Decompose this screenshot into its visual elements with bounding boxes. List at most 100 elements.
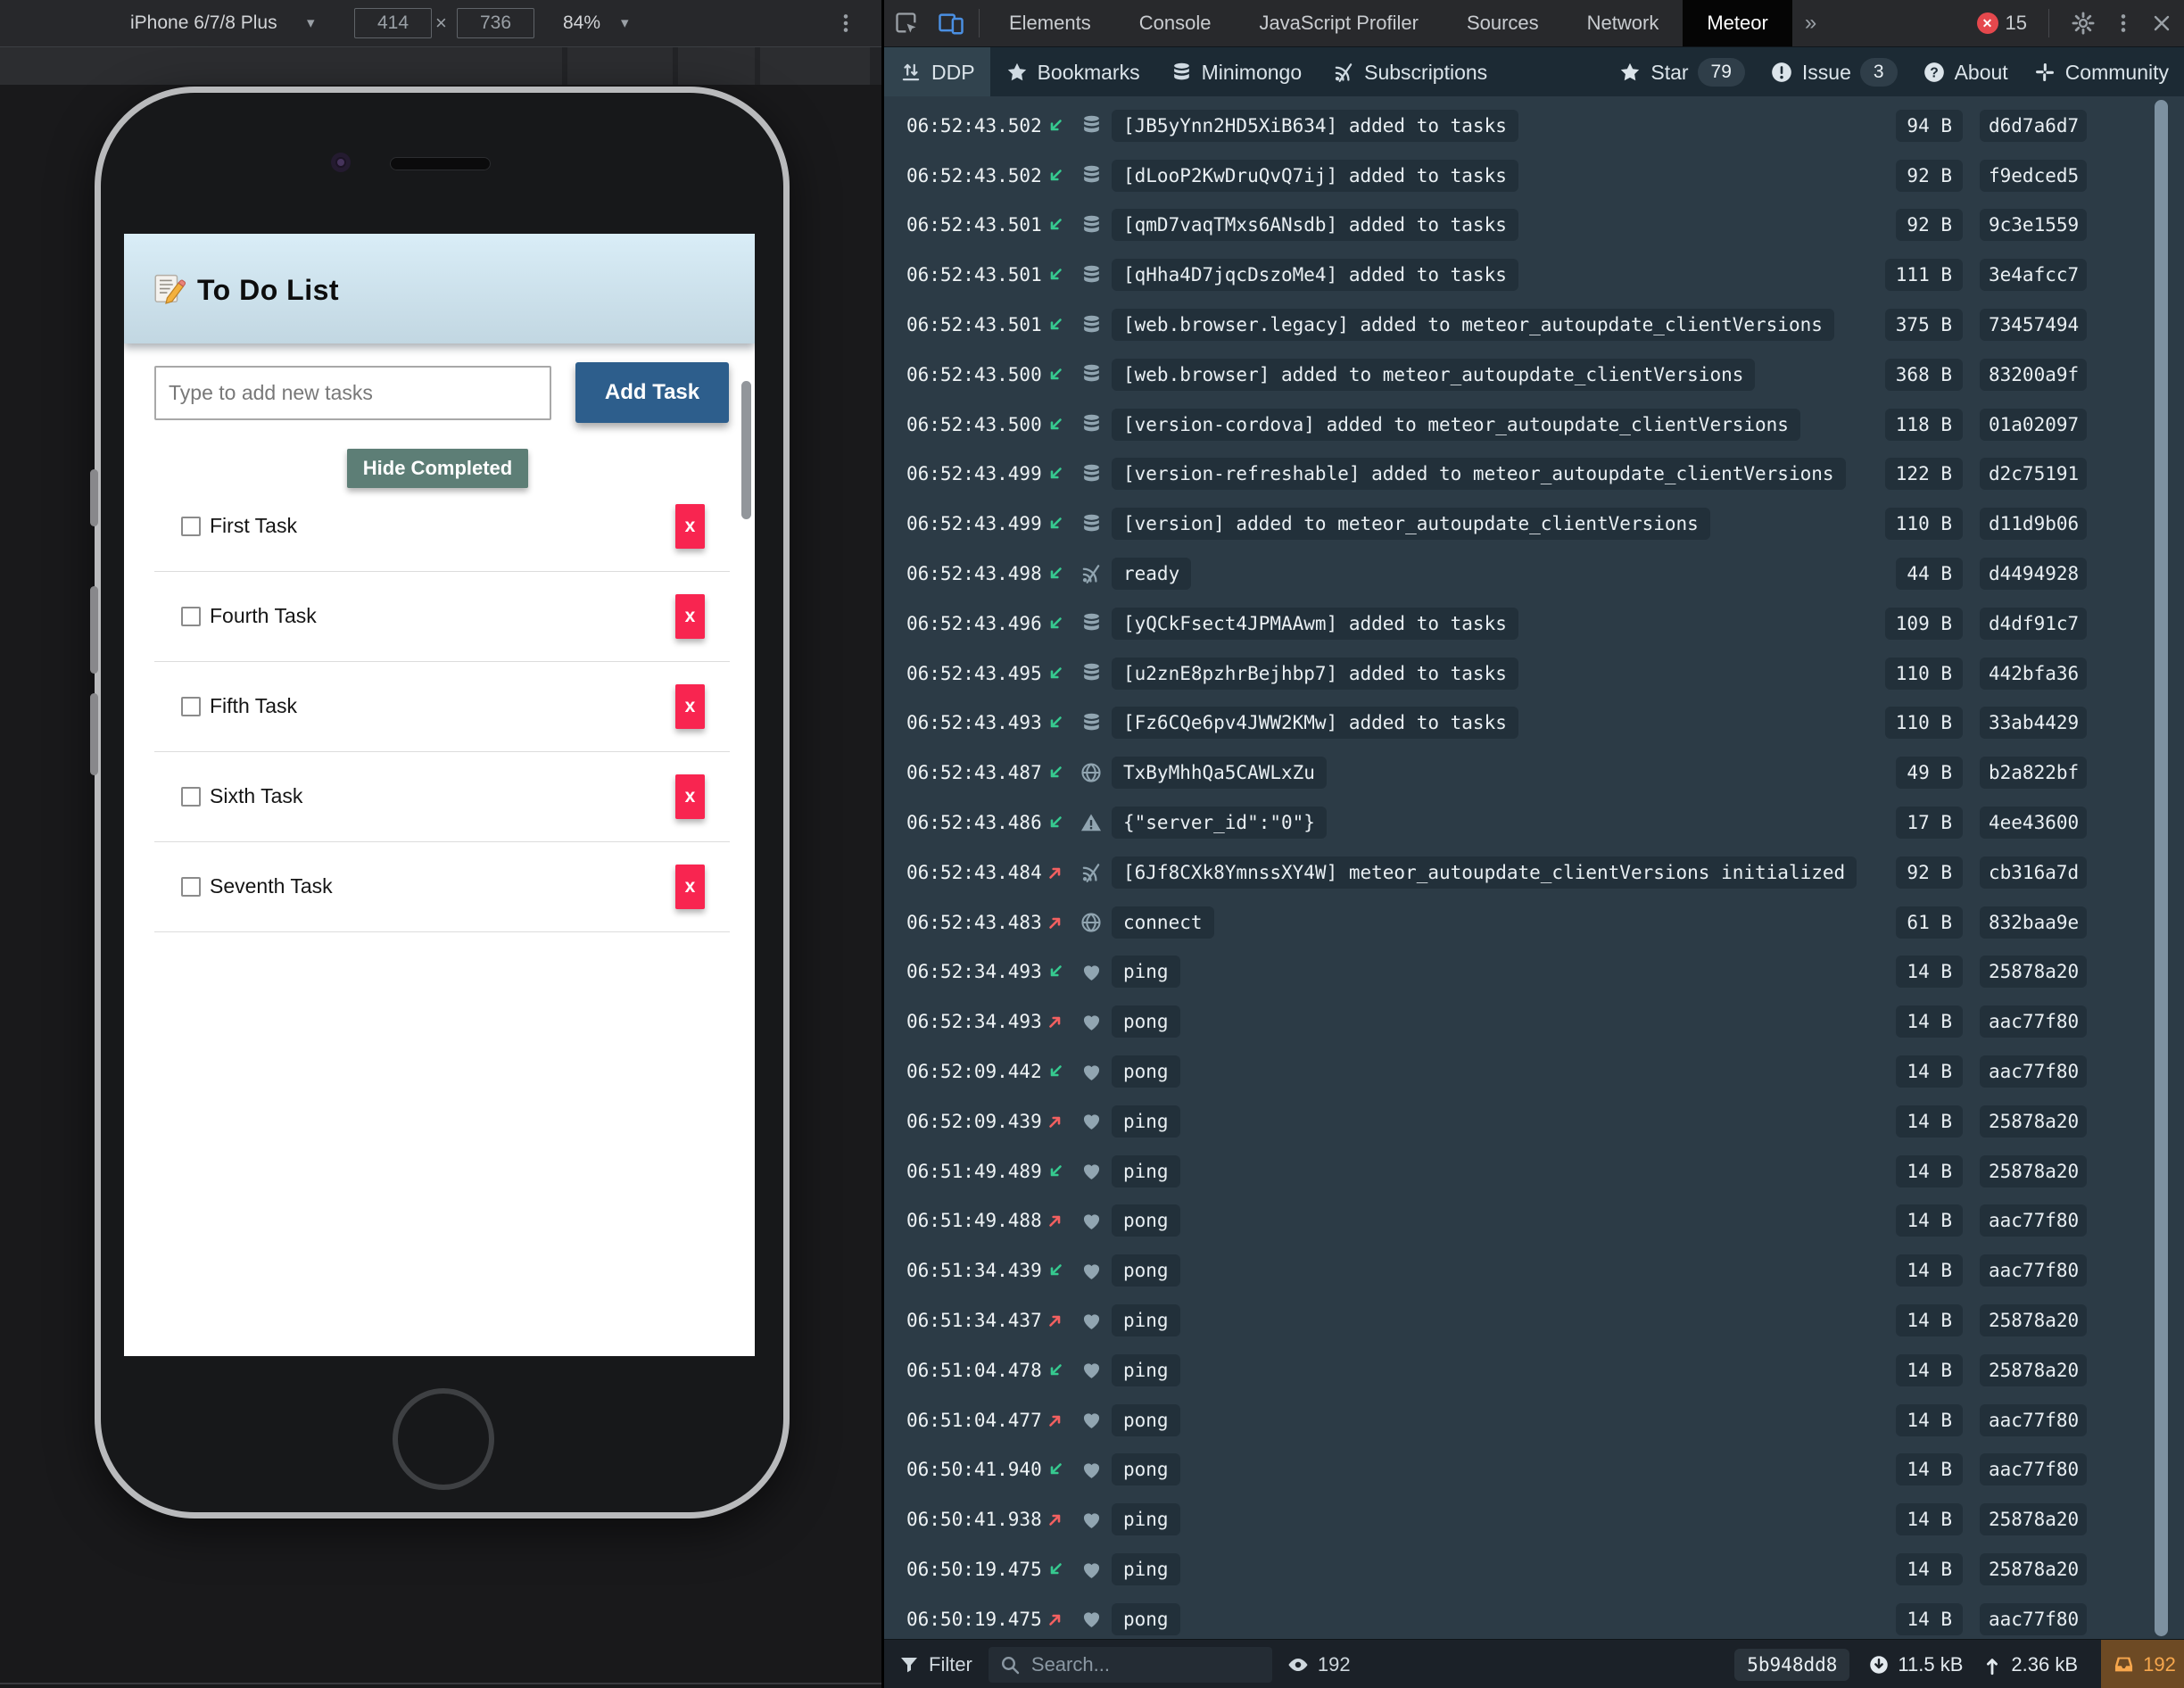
ddp-log-row[interactable]: 06:51:04.477pong14 Baac77f80 <box>884 1395 2184 1445</box>
tab-network[interactable]: Network <box>1563 0 1684 46</box>
meteor-link-about[interactable]: ?About <box>1915 61 2015 85</box>
meteor-tab-minimongo[interactable]: Minimongo <box>1155 47 1318 97</box>
ddp-log-row[interactable]: 06:52:43.493[Fz6CQe6pv4JWW2KMw] added to… <box>884 699 2184 749</box>
more-tabs-button[interactable]: » <box>1792 0 1829 46</box>
ddp-log-row[interactable]: 06:52:43.500[web.browser] added to meteo… <box>884 350 2184 400</box>
delete-task-button[interactable]: x <box>675 684 705 729</box>
size-badge: 17 B <box>1896 807 1963 839</box>
ddp-log-row[interactable]: 06:52:43.496[yQCkFsect4JPMAAwm] added to… <box>884 599 2184 649</box>
divider <box>2048 9 2049 37</box>
ddp-log-row[interactable]: 06:50:41.938ping14 B25878a20 <box>884 1494 2184 1544</box>
page-scrollbar[interactable] <box>741 381 751 519</box>
zoom-select[interactable]: 84% <box>563 0 600 46</box>
close-icon[interactable] <box>2151 12 2172 34</box>
meteor-link-community[interactable]: Community <box>2026 61 2176 85</box>
ddp-log-row[interactable]: 06:51:49.488pong14 Baac77f80 <box>884 1196 2184 1246</box>
ddp-log-row[interactable]: 06:52:43.499[version] added to meteor_au… <box>884 499 2184 549</box>
ddp-log-row[interactable]: 06:52:43.483connect61 B832baa9e <box>884 898 2184 947</box>
meteor-tab-bookmarks[interactable]: Bookmarks <box>990 47 1155 97</box>
incoming-arrow-icon <box>1040 414 1071 435</box>
ddp-log-row[interactable]: 06:52:34.493pong14 Baac77f80 <box>884 997 2184 1047</box>
ddp-log-row[interactable]: 06:51:34.437ping14 B25878a20 <box>884 1295 2184 1345</box>
log-scrollbar-thumb[interactable] <box>2155 100 2168 1636</box>
ddp-log-row[interactable]: 06:52:43.495[u2znE8pzhrBejhbp7] added to… <box>884 649 2184 699</box>
timestamp: 06:51:49.488 <box>906 1210 1040 1231</box>
search-input[interactable] <box>1030 1652 1229 1677</box>
delete-task-button[interactable]: x <box>675 504 705 549</box>
pending-message-counter[interactable]: 192 <box>2101 1640 2184 1688</box>
tab-sources[interactable]: Sources <box>1443 0 1563 46</box>
tab-meteor[interactable]: Meteor <box>1683 0 1791 46</box>
add-task-button[interactable]: Add Task <box>575 362 729 423</box>
ddp-log-row[interactable]: 06:52:43.502[dLooP2KwDruQvQ7ij] added to… <box>884 151 2184 201</box>
new-task-input[interactable] <box>154 366 551 420</box>
delete-task-button[interactable]: x <box>675 594 705 639</box>
more-options-icon[interactable] <box>834 12 857 35</box>
ddp-log-row[interactable]: 06:52:34.493ping14 B25878a20 <box>884 947 2184 997</box>
ddp-log-row[interactable]: 06:51:49.489ping14 B25878a20 <box>884 1146 2184 1196</box>
ddp-log-row[interactable]: 06:52:43.498ready44 Bd4494928 <box>884 549 2184 599</box>
message-chip: {"server_id":"0"} <box>1112 807 1327 839</box>
ddp-log-row[interactable]: 06:52:43.486{"server_id":"0"}17 B4ee4360… <box>884 798 2184 848</box>
settings-gear-icon[interactable] <box>2071 11 2096 36</box>
media-query-segment <box>567 47 673 85</box>
ddp-log-row[interactable]: 06:52:09.442pong14 Baac77f80 <box>884 1047 2184 1096</box>
filter-button[interactable]: Filter <box>884 1640 989 1688</box>
ddp-log-row[interactable]: 06:52:43.502[JB5yYnn2HD5XiB634] added to… <box>884 101 2184 151</box>
ddp-log-row[interactable]: 06:52:43.484[6Jf8CXk8YmnssXY4W] meteor_a… <box>884 848 2184 898</box>
message-chip: [u2znE8pzhrBejhbp7] added to tasks <box>1112 658 1518 690</box>
outgoing-arrow-icon <box>1040 1609 1071 1630</box>
message-chip: connect <box>1112 906 1214 939</box>
ddp-log-row[interactable]: 06:52:43.501[qmD7vaqTMxs6ANsdb] added to… <box>884 201 2184 251</box>
database-icon <box>1071 712 1112 734</box>
ddp-log-row[interactable]: 06:52:43.500[version-cordova] added to m… <box>884 400 2184 450</box>
size-badge: 92 B <box>1896 160 1963 192</box>
hash-badge: 9c3e1559 <box>1980 209 2087 241</box>
ddp-log-row[interactable]: 06:52:43.499[version-refreshable] added … <box>884 450 2184 500</box>
timestamp: 06:52:43.502 <box>906 165 1040 186</box>
heart-icon <box>1071 1459 1112 1481</box>
incoming-arrow-icon <box>1040 513 1071 534</box>
task-checkbox[interactable] <box>181 517 201 536</box>
meteor-tab-ddp[interactable]: DDP <box>884 47 990 97</box>
viewport-height-input[interactable] <box>457 8 534 38</box>
viewport-width-input[interactable] <box>354 8 432 38</box>
ddp-log-row[interactable]: 06:52:09.439ping14 B25878a20 <box>884 1096 2184 1146</box>
ddp-log-row[interactable]: 06:51:04.478ping14 B25878a20 <box>884 1345 2184 1395</box>
timestamp: 06:52:43.487 <box>906 762 1040 783</box>
device-type-select[interactable]: iPhone 6/7/8 Plus <box>130 0 277 46</box>
ddp-log-row[interactable]: 06:52:43.501[qHha4D7jqcDszoMe4] added to… <box>884 250 2184 300</box>
task-checkbox[interactable] <box>181 787 201 807</box>
volume-down-button <box>90 693 98 775</box>
delete-task-button[interactable]: x <box>675 774 705 819</box>
message-chip: [version] added to meteor_autoupdate_cli… <box>1112 508 1710 540</box>
timestamp: 06:51:04.477 <box>906 1410 1040 1431</box>
message-chip: [web.browser] added to meteor_autoupdate… <box>1112 359 1755 391</box>
size-badge: 14 B <box>1896 1055 1963 1088</box>
ddp-log-row[interactable]: 06:52:43.501[web.browser.legacy] added t… <box>884 300 2184 350</box>
device-toolbar-toggle-icon[interactable] <box>929 0 973 46</box>
delete-task-button[interactable]: x <box>675 865 705 909</box>
hash-badge: aac77f80 <box>1980 1055 2087 1088</box>
ddp-log-row[interactable]: 06:50:19.475ping14 B25878a20 <box>884 1544 2184 1594</box>
globe-icon <box>1071 761 1112 784</box>
inspect-element-icon[interactable] <box>884 0 929 46</box>
task-checkbox[interactable] <box>181 697 201 716</box>
tab-javascript-profiler[interactable]: JavaScript Profiler <box>1235 0 1443 46</box>
task-checkbox[interactable] <box>181 877 201 897</box>
search-box <box>989 1647 1272 1683</box>
error-counter[interactable]: ✕ 15 <box>1977 12 2027 35</box>
meteor-link-issue[interactable]: Issue3 <box>1763 58 1905 87</box>
meteor-tab-subscriptions[interactable]: Subscriptions <box>1317 47 1502 97</box>
task-label: First Task <box>210 514 297 538</box>
meteor-link-star[interactable]: Star79 <box>1611 58 1752 87</box>
ddp-log-row[interactable]: 06:51:34.439pong14 Baac77f80 <box>884 1245 2184 1295</box>
ddp-log-row[interactable]: 06:50:41.940pong14 Baac77f80 <box>884 1445 2184 1495</box>
more-options-icon[interactable] <box>2112 12 2135 35</box>
task-checkbox[interactable] <box>181 607 201 626</box>
tab-console[interactable]: Console <box>1115 0 1236 46</box>
ddp-log-row[interactable]: 06:50:19.475pong14 Baac77f80 <box>884 1594 2184 1639</box>
incoming-arrow-icon <box>1040 563 1071 584</box>
ddp-log-row[interactable]: 06:52:43.487TxByMhhQa5CAWLxZu49 Bb2a822b… <box>884 748 2184 798</box>
tab-elements[interactable]: Elements <box>985 0 1115 46</box>
